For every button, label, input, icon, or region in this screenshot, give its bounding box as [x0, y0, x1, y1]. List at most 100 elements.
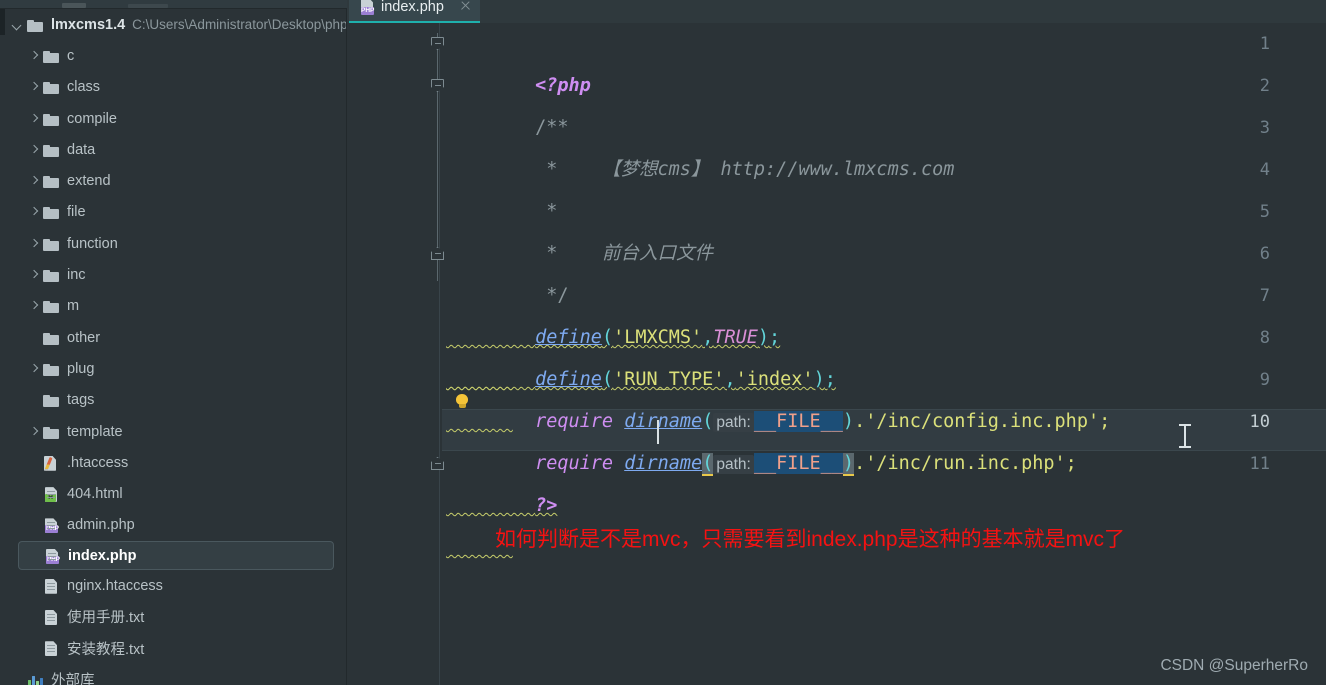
text-file-icon	[42, 639, 62, 657]
tree-item--.txt[interactable]: 安装教程.txt	[0, 633, 346, 664]
folder-icon	[42, 203, 62, 221]
php-file-icon: PHP	[43, 547, 63, 565]
line-number: 5	[1259, 202, 1270, 222]
chevron-right-icon[interactable]	[26, 48, 42, 64]
tree-item-label: 使用手册.txt	[67, 610, 145, 627]
lightbulb-icon[interactable]	[455, 394, 470, 409]
tree-item-label: 外部库	[51, 673, 95, 685]
tree-item-label: data	[67, 141, 96, 158]
chevron-right-icon[interactable]	[26, 424, 42, 440]
tree-item-.htaccess[interactable]: .htaccess	[0, 447, 346, 478]
code-line-10[interactable]: require dirname(path: __FILE__).'/inc/run…	[446, 401, 1077, 476]
watermark: CSDN @SuperherRo	[1160, 657, 1308, 674]
code-line-2[interactable]: /**	[446, 65, 568, 138]
project-tree-panel[interactable]: lmxcms1.4 C:\Users\Administrator\Desktop…	[0, 9, 347, 685]
line-number: 7	[1259, 286, 1270, 306]
code-editor[interactable]: 1 2 3 4 5 6 7 8 9 10 11 <?php /** * 【梦想cms】 http:/…	[347, 23, 1326, 685]
tree-item-function[interactable]: function	[0, 228, 346, 259]
tree-item-path: C:\Users\Administrator\Desktop\php\	[132, 17, 347, 33]
code-line-4[interactable]: *	[446, 149, 557, 222]
tree-item--.txt[interactable]: 使用手册.txt	[0, 601, 346, 632]
php-file-icon: PHP	[42, 516, 62, 534]
chevron-right-icon[interactable]	[26, 361, 42, 377]
chevron-right-icon[interactable]	[26, 79, 42, 95]
chevron-right-icon[interactable]	[26, 204, 42, 220]
chevron-right-icon[interactable]	[26, 142, 42, 158]
code-token-path-run: .'/inc/run.inc.php';	[854, 453, 1077, 474]
tree-item-c[interactable]: c	[0, 40, 346, 71]
tree-item-admin.php[interactable]: PHP admin.php	[0, 510, 346, 541]
chevron-right-icon[interactable]	[26, 298, 42, 314]
code-line-8[interactable]: define('RUN_TYPE','index');	[446, 317, 836, 390]
tree-item-label: c	[67, 47, 75, 64]
tree-item-404.html[interactable]: H 404.html	[0, 478, 346, 509]
tree-item-other[interactable]: other	[0, 322, 346, 353]
tree-item-data[interactable]: data	[0, 134, 346, 165]
close-icon[interactable]	[460, 0, 471, 11]
tree-item-label: 安装教程.txt	[67, 641, 145, 658]
chevron-right-icon[interactable]	[26, 173, 42, 189]
tree-item-label: 404.html	[67, 486, 123, 503]
tree-item-label: compile	[67, 110, 117, 127]
folder-icon	[42, 172, 62, 190]
tree-item-label: template	[67, 423, 123, 440]
tree-item-label: extend	[67, 173, 111, 190]
gutter-separator	[439, 23, 440, 685]
folder-icon	[42, 329, 62, 347]
tree-item-list: c class compile data extend file function inc m o…	[0, 40, 346, 685]
tree-item-template[interactable]: template	[0, 416, 346, 447]
editor-gutter[interactable]	[347, 23, 442, 685]
editor-tabbar[interactable]: PHP index.php	[347, 0, 1326, 24]
tree-item-index.php[interactable]: PHP index.php	[18, 541, 334, 571]
tree-item-label: function	[67, 235, 118, 252]
tree-item-m[interactable]: m	[0, 291, 346, 322]
folder-icon	[26, 16, 46, 34]
tree-item-label: m	[67, 298, 80, 315]
code-line-3[interactable]: * 【梦想cms】 http://www.lmxcms.com	[446, 107, 954, 180]
code-line-9[interactable]: require dirname(path: __FILE__).'/inc/con…	[446, 359, 1110, 432]
tab-index-php[interactable]: PHP index.php	[349, 0, 480, 22]
code-line-11[interactable]: ?>	[446, 443, 557, 516]
bar-segment	[36, 680, 39, 685]
tree-item-file[interactable]: file	[0, 197, 346, 228]
chevron-right-icon[interactable]	[26, 111, 42, 127]
tree-item-tags[interactable]: tags	[0, 385, 346, 416]
tree-item--[interactable]: 外部库	[0, 664, 346, 685]
tree-item-label: admin.php	[67, 517, 135, 534]
code-line-5[interactable]: * 前台入口文件	[446, 191, 713, 264]
code-line-7[interactable]: define('LMXCMS',TRUE);	[446, 275, 780, 348]
toolbar-ghost-icon	[62, 3, 86, 8]
text-file-icon	[42, 608, 62, 626]
tree-item-inc[interactable]: inc	[0, 259, 346, 290]
red-annotation-text: 如何判断是不是mvc，只需要看到index.php是这种的基本就是mvc了	[495, 528, 1126, 551]
php-badge: PHP	[46, 555, 60, 564]
chevron-down-icon[interactable]	[10, 17, 26, 33]
ide-window: lmxcms1.4 C:\Users\Administrator\Desktop…	[0, 0, 1326, 685]
tree-item-extend[interactable]: extend	[0, 165, 346, 196]
tree-item-nginx.htaccess[interactable]: nginx.htaccess	[0, 570, 346, 601]
chevron-right-icon[interactable]	[26, 236, 42, 252]
tab-label: index.php	[381, 0, 444, 15]
line-number: 11	[1249, 454, 1270, 474]
tree-item-label: class	[67, 79, 101, 96]
tree-item-plug[interactable]: plug	[0, 353, 346, 384]
lightbulb-base	[459, 404, 466, 408]
tree-item-root[interactable]: lmxcms1.4 C:\Users\Administrator\Desktop…	[0, 9, 346, 40]
tree-item-label: nginx.htaccess	[67, 577, 163, 594]
line-number: 10	[1249, 412, 1270, 432]
code-line-1[interactable]: <?php	[446, 23, 591, 96]
line-number: 2	[1259, 76, 1270, 96]
chevron-right-icon[interactable]	[26, 267, 42, 283]
code-line-6[interactable]: */	[446, 233, 568, 306]
php-file-icon: PHP	[359, 0, 375, 15]
fold-region-line	[437, 33, 438, 281]
tree-item-compile[interactable]: compile	[0, 103, 346, 134]
code-token-comment-line5: 前台入口文件	[557, 243, 713, 264]
html-badge: H	[45, 494, 56, 503]
tree-item-class[interactable]: class	[0, 72, 346, 103]
folder-icon	[42, 360, 62, 378]
